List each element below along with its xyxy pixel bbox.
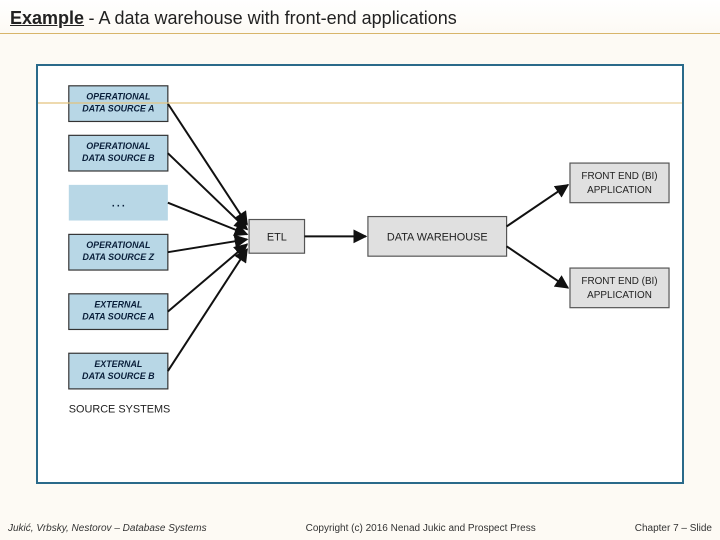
svg-text:ETL: ETL	[267, 231, 287, 243]
arrow-dw-to-fe2	[507, 246, 568, 288]
source-box-op-z: OPERATIONAL DATA SOURCE Z	[69, 234, 168, 270]
source-box-dots: …	[69, 185, 168, 221]
source-box-op-a: OPERATIONAL DATA SOURCE A	[69, 86, 168, 122]
svg-text:DATA SOURCE A: DATA SOURCE A	[82, 312, 154, 322]
arrows-sources-to-etl	[168, 104, 247, 371]
source-column: OPERATIONAL DATA SOURCE A OPERATIONAL DA…	[69, 86, 171, 416]
slide-footer: Jukić, Vrbsky, Nestorov – Database Syste…	[0, 523, 720, 534]
svg-text:DATA SOURCE B: DATA SOURCE B	[82, 371, 155, 381]
svg-text:…: …	[110, 194, 126, 211]
title-strong: Example	[10, 8, 84, 28]
footer-mid: Copyright (c) 2016 Nenad Jukic and Prosp…	[306, 523, 536, 534]
svg-text:EXTERNAL: EXTERNAL	[94, 359, 142, 369]
data-warehouse-box: DATA WAREHOUSE	[368, 217, 507, 257]
diagram-canvas: OPERATIONAL DATA SOURCE A OPERATIONAL DA…	[36, 64, 684, 484]
frontend-box-2: FRONT END (BI) APPLICATION	[570, 268, 669, 308]
source-section-label: SOURCE SYSTEMS	[69, 404, 171, 416]
arrow-dw-to-fe1	[507, 185, 568, 227]
source-box-ext-a: EXTERNAL DATA SOURCE A	[69, 294, 168, 330]
footer-right: Chapter 7 – Slide	[635, 523, 712, 534]
title-rest: - A data warehouse with front-end applic…	[89, 8, 457, 28]
svg-text:APPLICATION: APPLICATION	[587, 185, 652, 196]
etl-box: ETL	[249, 220, 304, 254]
svg-text:OPERATIONAL: OPERATIONAL	[86, 240, 150, 250]
slide-title: Example - A data warehouse with front-en…	[0, 0, 720, 34]
footer-left: Jukić, Vrbsky, Nestorov – Database Syste…	[8, 523, 207, 534]
svg-text:FRONT END (BI): FRONT END (BI)	[581, 171, 657, 182]
svg-text:EXTERNAL: EXTERNAL	[94, 300, 142, 310]
svg-text:APPLICATION: APPLICATION	[587, 290, 652, 301]
svg-text:DATA SOURCE B: DATA SOURCE B	[82, 153, 155, 163]
svg-text:FRONT END (BI): FRONT END (BI)	[581, 276, 657, 287]
source-box-ext-b: EXTERNAL DATA SOURCE B	[69, 353, 168, 389]
svg-text:OPERATIONAL: OPERATIONAL	[86, 141, 150, 151]
svg-text:OPERATIONAL: OPERATIONAL	[86, 92, 150, 102]
source-box-op-b: OPERATIONAL DATA SOURCE B	[69, 135, 168, 171]
svg-text:DATA SOURCE Z: DATA SOURCE Z	[83, 252, 155, 262]
frontend-box-1: FRONT END (BI) APPLICATION	[570, 163, 669, 203]
svg-text:DATA WAREHOUSE: DATA WAREHOUSE	[387, 231, 488, 243]
svg-text:DATA SOURCE A: DATA SOURCE A	[82, 104, 154, 114]
